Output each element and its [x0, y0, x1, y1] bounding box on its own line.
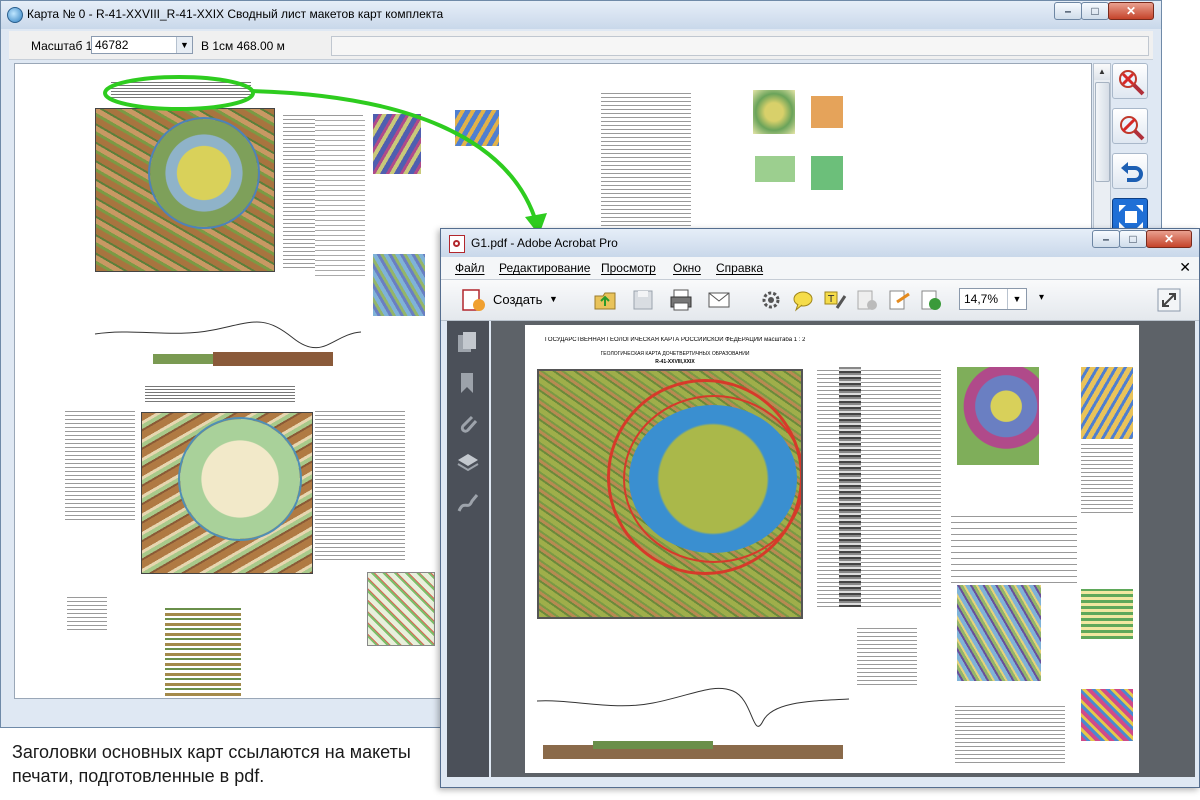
send-track-icon[interactable] — [919, 288, 943, 312]
pdf-main-map — [537, 369, 803, 619]
chevron-down-icon[interactable]: ▼ — [176, 37, 192, 53]
more-tools-icon[interactable]: ▾ — [1039, 292, 1044, 303]
bookmark-icon[interactable] — [456, 371, 480, 395]
navigation-pane — [447, 321, 489, 777]
gear-icon[interactable] — [759, 288, 783, 312]
menu-view[interactable]: Просмотр — [601, 261, 656, 275]
status-field — [331, 36, 1149, 56]
main-window-title: Карта № 0 - R-41-XXVIII_R-41-XXIX Сводны… — [27, 7, 444, 21]
inset-map-5 — [811, 96, 843, 128]
acrobat-window: G1.pdf - Adobe Acrobat Pro – □ ✕ Файл Ре… — [440, 228, 1200, 788]
pdf-icon — [449, 235, 465, 253]
open-folder-icon[interactable] — [593, 288, 617, 312]
acrobat-maximize-button[interactable]: □ — [1119, 230, 1147, 248]
scroll-thumb[interactable] — [1095, 82, 1110, 182]
expand-icon[interactable] — [1157, 288, 1181, 312]
pdf-strat-column — [839, 367, 861, 607]
page-header-1: ГОСУДАРСТВЕННАЯ ГЕОЛОГИЧЕСКАЯ КАРТА РОСС… — [545, 337, 805, 343]
caption-text: Заголовки основных карт ссылаются на мак… — [12, 742, 411, 786]
create-button-label: Создать — [493, 292, 543, 307]
close-button[interactable]: ✕ — [1108, 2, 1154, 20]
inset-map-7 — [755, 156, 795, 182]
comment-icon[interactable] — [791, 288, 815, 312]
legend-block-4 — [315, 410, 405, 560]
email-icon[interactable] — [707, 288, 731, 312]
pdf-legend-bottom — [955, 705, 1065, 763]
pdf-table — [951, 513, 1077, 583]
scale-toolbar: Масштаб 1: 46782 ▼ В 1см 468.00 м — [9, 31, 1153, 60]
attachment-icon[interactable] — [456, 411, 480, 435]
main-title-bar[interactable]: Карта № 0 - R-41-XXVIII_R-41-XXIX Сводны… — [1, 1, 1161, 29]
magnifier-minus-icon — [1119, 70, 1145, 96]
map-tools-panel — [1112, 63, 1152, 243]
page-sheet-code: R-41-XXVIII,XXIX — [655, 359, 695, 365]
pdf-page: ГОСУДАРСТВЕННАЯ ГЕОЛОГИЧЕСКАЯ КАРТА РОСС… — [525, 325, 1139, 773]
pdf-legend-column — [817, 367, 941, 607]
scale-label: Масштаб 1: — [31, 39, 96, 53]
save-icon[interactable] — [631, 288, 655, 312]
app-globe-icon — [7, 7, 23, 23]
pdf-inset-2 — [1081, 367, 1133, 439]
menu-help[interactable]: Справка — [716, 261, 763, 275]
pdf-crater-ring-inner — [623, 395, 801, 563]
inset-map-3 — [373, 254, 425, 316]
inset-map-8 — [367, 572, 435, 646]
pdf-index-grid — [857, 625, 917, 685]
scale-value: 46782 — [95, 38, 129, 52]
zoom-out-tool[interactable] — [1112, 63, 1148, 99]
acrobat-close-button[interactable]: ✕ — [1146, 230, 1192, 248]
zoom-value: 14,7% — [964, 292, 999, 306]
geologic-map-2[interactable] — [141, 412, 313, 574]
highlight-text-icon[interactable]: T — [823, 288, 847, 312]
zoom-in-tool[interactable] — [1112, 108, 1148, 144]
inset-map-4 — [753, 90, 795, 134]
document-view[interactable]: ГОСУДАРСТВЕННАЯ ГЕОЛОГИЧЕСКАЯ КАРТА РОСС… — [491, 321, 1195, 777]
disabled-tool-icon[interactable] — [855, 288, 879, 312]
scale-info: В 1см 468.00 м — [201, 39, 285, 53]
chevron-down-icon: ▼ — [549, 294, 558, 304]
close-document-icon[interactable]: ✕ — [1179, 259, 1191, 276]
scale-combo[interactable]: 46782 ▼ — [91, 36, 193, 54]
link-arrow — [103, 75, 547, 235]
legend-block-3 — [65, 410, 135, 520]
undo-arrow-icon — [1121, 162, 1143, 182]
menu-file[interactable]: Файл — [455, 261, 485, 275]
pdf-inset-5 — [1081, 689, 1133, 741]
pdf-inset-4 — [1081, 589, 1133, 639]
layers-icon[interactable] — [456, 451, 480, 475]
acrobat-minimize-button[interactable]: – — [1092, 230, 1120, 248]
inset-map-6 — [811, 156, 843, 190]
minimize-button[interactable]: – — [1054, 2, 1082, 20]
menu-edit[interactable]: Редактирование — [499, 261, 590, 275]
pages-icon[interactable] — [456, 331, 480, 355]
map-title-block-2[interactable] — [145, 384, 295, 402]
acrobat-window-title: G1.pdf - Adobe Acrobat Pro — [471, 236, 618, 250]
print-icon[interactable] — [669, 288, 693, 312]
maximize-button[interactable]: □ — [1081, 2, 1109, 20]
zoom-combo[interactable]: 14,7% ▼ — [959, 288, 1027, 310]
pdf-legend-small — [1081, 443, 1133, 513]
cross-section-1 — [94, 321, 362, 366]
crater-circle-2 — [178, 417, 302, 541]
menu-window[interactable]: Окно — [673, 261, 701, 275]
signatures-icon[interactable] — [456, 491, 480, 515]
undo-tool[interactable] — [1112, 153, 1148, 189]
sign-icon[interactable] — [887, 288, 911, 312]
acrobat-title-bar[interactable]: G1.pdf - Adobe Acrobat Pro – □ ✕ — [441, 229, 1199, 257]
pdf-cross-section — [536, 687, 850, 759]
index-grid — [67, 596, 107, 630]
fit-to-window-icon — [1119, 205, 1143, 229]
acrobat-menu-bar: Файл Редактирование Просмотр Окно Справк… — [441, 257, 1199, 280]
scroll-up-icon[interactable]: ▲ — [1094, 64, 1110, 80]
stratigraphic-column-2 — [165, 606, 241, 696]
legend-block-2 — [601, 90, 691, 230]
page-header-2: ГЕОЛОГИЧЕСКАЯ КАРТА ДОЧЕТВЕРТИЧНЫХ ОБРАЗ… — [600, 351, 750, 357]
magnifier-plus-icon — [1120, 116, 1145, 141]
chevron-down-icon[interactable]: ▼ — [1007, 289, 1026, 309]
acrobat-toolbar: Создать ▼ T 14,7% ▼ ▾ — [441, 280, 1199, 321]
svg-text:T: T — [827, 294, 835, 305]
pdf-inset-3 — [957, 585, 1041, 681]
pdf-inset-1 — [957, 367, 1039, 465]
create-pdf-icon — [462, 289, 485, 311]
